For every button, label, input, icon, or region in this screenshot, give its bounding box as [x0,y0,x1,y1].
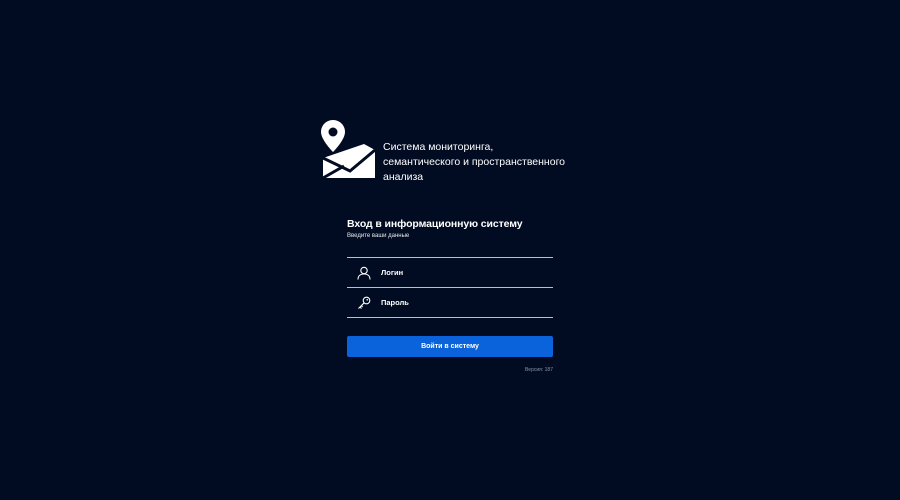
login-input[interactable] [381,262,553,283]
login-page: Система мониторинга, семантического и пр… [0,0,900,500]
brand-title: Система мониторинга, семантического и пр… [383,141,566,183]
map-pin-envelope-icon [321,120,376,180]
key-icon [347,288,381,317]
login-subtitle: Введите ваши данные [347,233,410,239]
user-icon [347,258,381,287]
login-field [347,257,553,288]
login-form: Вход в информационную систему Введите ва… [347,218,553,373]
login-button[interactable]: Войти в систему [347,336,553,357]
password-input[interactable] [381,292,553,313]
password-field [347,288,553,318]
login-title: Вход в информационную систему [347,218,523,230]
brand-header: Система мониторинга, семантического и пр… [320,118,565,183]
version-label: Версия: 187 [524,367,553,373]
